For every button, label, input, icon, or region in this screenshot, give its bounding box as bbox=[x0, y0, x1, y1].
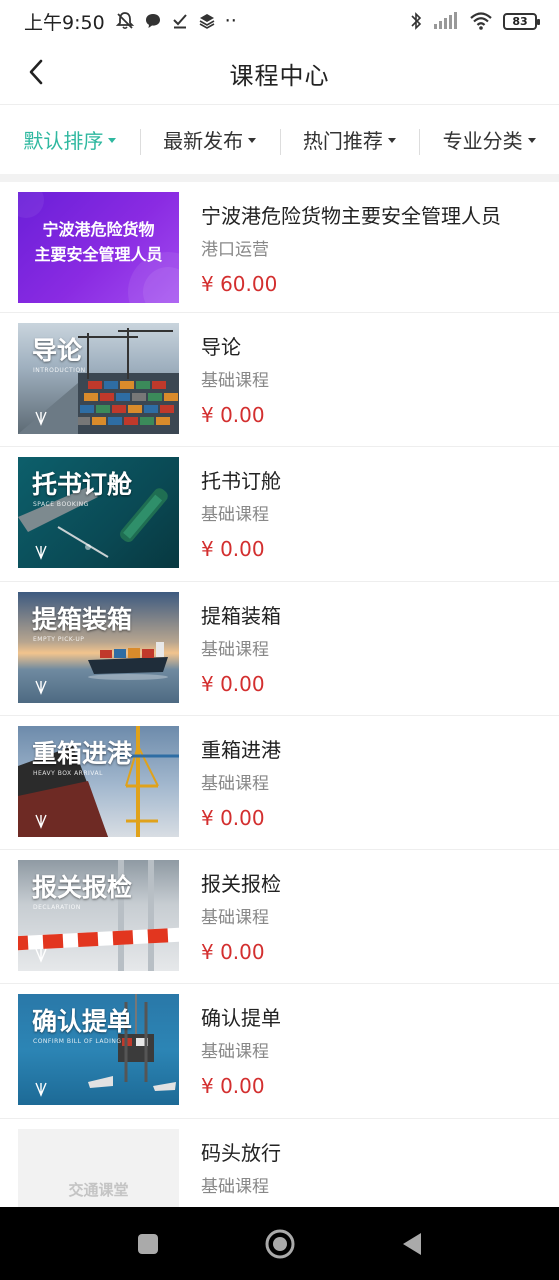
course-thumbnail: 确认提单 CONFIRM BILL OF LADING bbox=[18, 994, 179, 1106]
course-title: 导论 bbox=[201, 335, 241, 359]
caret-down-icon bbox=[387, 138, 396, 143]
thumb-title: 重箱进港 bbox=[32, 738, 133, 768]
course-thumbnail: 托书订舱 SPACE BOOKING bbox=[18, 457, 179, 569]
filter-bar: 默认排序 最新发布 热门推荐 专业分类 bbox=[0, 104, 559, 174]
wifi-icon bbox=[469, 11, 493, 31]
course-title: 码头放行 bbox=[201, 1140, 281, 1165]
course-list: 宁波港危险货物 主要安全管理人员 宁波港危险货物主要安全管理人员 港口运营 ¥ … bbox=[0, 182, 559, 1207]
navigation-bar: 课程中心 bbox=[0, 42, 559, 104]
brand-logo-icon bbox=[35, 680, 47, 695]
course-price: ¥ 0.00 bbox=[201, 403, 265, 427]
thumb-subtitle: CONFIRM BILL OF LADING bbox=[33, 1038, 122, 1046]
square-icon bbox=[137, 1233, 158, 1254]
course-item[interactable]: 提箱装箱 EMPTY PICK-UP 提箱装箱 基础课程 ¥ 0.00 bbox=[0, 582, 559, 716]
filter-label: 热门推荐 bbox=[302, 129, 383, 153]
course-item[interactable]: 导论 INTRODUCTION 导论 基础课程 ¥ 0.00 bbox=[0, 313, 559, 448]
brand-logo-icon bbox=[35, 411, 47, 426]
status-time: 上午9:50 bbox=[24, 11, 105, 34]
thumb-title: 提箱装箱 bbox=[32, 604, 133, 634]
course-category: 基础课程 bbox=[201, 908, 269, 929]
system-navigation-bar bbox=[0, 1207, 559, 1280]
course-title: 确认提单 bbox=[201, 1006, 281, 1031]
course-category: 基础课程 bbox=[201, 1176, 269, 1197]
chevron-left-icon bbox=[29, 59, 43, 85]
course-thumbnail: 重箱进港 HEAVY BOX ARRIVAL bbox=[18, 725, 179, 837]
course-item[interactable]: 确认提单 CONFIRM BILL OF LADING 确认提单 基础课程 ¥ … bbox=[0, 984, 559, 1119]
course-thumbnail: 导论 INTRODUCTION bbox=[18, 323, 179, 434]
course-title: 托书订舱 bbox=[201, 469, 281, 494]
thumb-subtitle: EMPTY PICK-UP bbox=[33, 635, 85, 643]
course-thumbnail: 提箱装箱 EMPTY PICK-UP bbox=[18, 591, 179, 703]
course-item[interactable]: 重箱进港 HEAVY BOX ARRIVAL 重箱进港 基础课程 ¥ 0.00 bbox=[0, 716, 559, 851]
back-button[interactable] bbox=[18, 54, 54, 90]
thumb-title: 宁波港危险货物 bbox=[42, 220, 155, 239]
more-notifications: ·· bbox=[224, 10, 237, 32]
thumb-title: 报关报检 bbox=[32, 873, 133, 903]
thumb-subtitle: SPACE BOOKING bbox=[33, 501, 89, 509]
brand-logo-icon bbox=[35, 814, 47, 829]
course-price: ¥ 0.00 bbox=[201, 1074, 265, 1099]
course-thumbnail: 交通课堂 bbox=[18, 1128, 179, 1207]
chat-bubble-icon bbox=[144, 12, 162, 30]
caret-down-icon bbox=[248, 138, 257, 143]
thumb-title: 导论 bbox=[32, 336, 83, 365]
course-title: 重箱进港 bbox=[201, 737, 281, 762]
caret-down-icon bbox=[108, 138, 117, 143]
course-category: 基础课程 bbox=[201, 773, 269, 794]
course-thumbnail: 报关报检 DECLARATION bbox=[18, 860, 179, 972]
course-price: ¥ 0.00 bbox=[201, 671, 265, 696]
thumb-subtitle: HEAVY BOX ARRIVAL bbox=[33, 769, 103, 777]
layers-icon bbox=[198, 12, 216, 30]
thumb-title: 主要安全管理人员 bbox=[34, 245, 163, 264]
caret-down-icon bbox=[527, 138, 536, 143]
recents-button[interactable] bbox=[136, 1232, 160, 1256]
page-title: 课程中心 bbox=[229, 61, 330, 90]
filter-category[interactable]: 专业分类 bbox=[419, 125, 559, 155]
filter-label: 专业分类 bbox=[442, 129, 523, 153]
course-category: 基础课程 bbox=[201, 371, 269, 391]
back-nav-button[interactable] bbox=[400, 1231, 424, 1257]
filter-latest[interactable]: 最新发布 bbox=[139, 125, 280, 155]
course-category: 基础课程 bbox=[201, 1042, 269, 1063]
course-item[interactable]: 交通课堂 码头放行 基础课程 bbox=[0, 1119, 559, 1207]
course-price: ¥ 0.00 bbox=[201, 537, 265, 562]
signal-icon bbox=[433, 12, 459, 30]
home-circle-icon bbox=[265, 1229, 294, 1258]
course-price: ¥ 0.00 bbox=[201, 805, 265, 830]
bluetooth-icon bbox=[409, 11, 423, 31]
brand-logo-icon bbox=[35, 1083, 47, 1098]
filter-popular[interactable]: 热门推荐 bbox=[279, 125, 420, 155]
filter-label: 最新发布 bbox=[163, 129, 244, 153]
section-divider bbox=[0, 174, 559, 182]
course-title: 提箱装箱 bbox=[201, 603, 281, 628]
home-button[interactable] bbox=[264, 1228, 296, 1260]
course-category: 港口运营 bbox=[201, 240, 269, 260]
course-title: 报关报检 bbox=[201, 872, 281, 897]
course-item[interactable]: 托书订舱 SPACE BOOKING 托书订舱 基础课程 ¥ 0.00 bbox=[0, 447, 559, 582]
triangle-back-icon bbox=[402, 1232, 421, 1255]
thumb-subtitle: DECLARATION bbox=[33, 904, 81, 912]
course-category: 基础课程 bbox=[201, 639, 269, 660]
battery-indicator: 83 bbox=[503, 12, 540, 30]
course-price: ¥ 0.00 bbox=[201, 940, 265, 965]
course-title: 宁波港危险货物主要安全管理人员 bbox=[201, 204, 501, 228]
course-item[interactable]: 报关报检 DECLARATION 报关报检 基础课程 ¥ 0.00 bbox=[0, 850, 559, 985]
course-category: 基础课程 bbox=[201, 505, 269, 526]
course-price: ¥ 60.00 bbox=[201, 272, 278, 296]
placeholder-logo-text: 交通课堂 bbox=[68, 1180, 129, 1199]
course-item[interactable]: 宁波港危险货物 主要安全管理人员 宁波港危险货物主要安全管理人员 港口运营 ¥ … bbox=[0, 182, 559, 313]
course-thumbnail: 宁波港危险货物 主要安全管理人员 bbox=[18, 192, 179, 303]
filter-label: 默认排序 bbox=[23, 129, 104, 153]
status-bar: 上午9:50 ·· 83 bbox=[0, 0, 559, 42]
thumb-subtitle: INTRODUCTION bbox=[33, 367, 86, 374]
mute-bell-icon bbox=[115, 11, 135, 31]
thumb-title: 确认提单 bbox=[32, 1007, 133, 1037]
thumb-title: 托书订舱 bbox=[32, 470, 133, 500]
filter-default-sort[interactable]: 默认排序 bbox=[0, 125, 140, 154]
brand-logo-icon bbox=[35, 948, 47, 964]
brand-logo-icon bbox=[35, 546, 47, 561]
task-check-icon bbox=[171, 12, 189, 30]
